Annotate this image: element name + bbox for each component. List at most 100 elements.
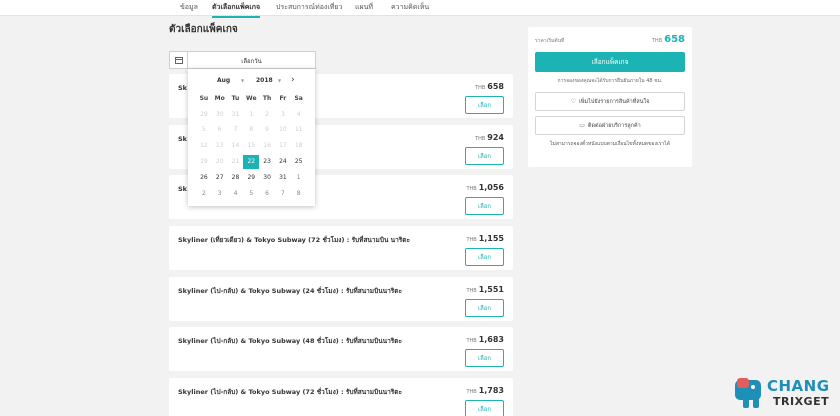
day-cell[interactable]: 28: [228, 171, 244, 185]
package-price: THB 1,056: [466, 183, 504, 192]
week-row: 26 27 28 29 30 31 1: [196, 170, 307, 186]
tab-experience[interactable]: ประสบการณ์ท่องเที่ยว: [276, 2, 342, 16]
watermark-text-bottom: TRIXGET: [773, 395, 830, 408]
package-price: THB 1,683: [466, 335, 504, 344]
calendar-icon: [174, 56, 183, 64]
contact-label: ติดต่อฝ่ายบริการลูกค้า: [587, 122, 641, 129]
weekday-label: Mo: [214, 94, 225, 102]
package-price: THB 1,783: [466, 386, 504, 395]
select-package-button[interactable]: เลือก: [465, 96, 504, 114]
day-cell[interactable]: 31: [275, 171, 291, 185]
day-cell[interactable]: 23: [259, 155, 275, 169]
day-cell: 13: [215, 142, 224, 150]
day-cell: 31: [231, 110, 240, 118]
watermark-text-top: CHANG: [767, 377, 830, 395]
day-cell-selected[interactable]: 22: [243, 155, 260, 170]
select-package-button[interactable]: เลือก: [465, 248, 504, 266]
day-cell[interactable]: 29: [243, 171, 259, 185]
day-cell[interactable]: 25: [291, 155, 307, 169]
package-price-value: 1,056: [478, 183, 504, 192]
day-cell[interactable]: 27: [212, 171, 228, 185]
tab-reviews[interactable]: ความคิดเห็น: [391, 2, 429, 16]
wishlist-label: เพิ่มไปยังรายการสินค้าที่สนใจ: [578, 98, 650, 105]
top-nav: ข้อมูล ตัวเลือกแพ็คเกจ ประสบการณ์ท่องเที…: [0, 0, 840, 18]
weekday-label: Tu: [231, 94, 240, 102]
day-cell[interactable]: 24: [275, 155, 291, 169]
calendar-grid: Su Mo Tu We Th Fr Sa 29 30 31 1 2 3 4 5 …: [196, 91, 307, 202]
day-cell: 6: [217, 126, 222, 134]
day-cell: 29: [200, 110, 208, 118]
select-package-button[interactable]: เลือก: [465, 299, 504, 317]
add-to-wishlist-button[interactable]: ♡ เพิ่มไปยังรายการสินค้าที่สนใจ: [535, 92, 685, 111]
contact-support-button[interactable]: ▭ ติดต่อฝ่ายบริการลูกค้า: [535, 116, 685, 135]
day-cell: 15: [247, 142, 256, 150]
package-currency: THB: [466, 389, 477, 395]
package-title: Skyliner (ไป-กลับ) & Tokyo Subway (48 ชั…: [178, 337, 402, 345]
select-package-button[interactable]: เลือก: [465, 349, 504, 367]
package-title: Skyliner (เที่ยวเดียว) & Tokyo Subway (7…: [178, 236, 410, 244]
year-select[interactable]: 2018: [256, 77, 273, 84]
package-currency: THB: [475, 136, 486, 142]
day-cell[interactable]: 3: [212, 187, 228, 201]
week-row: 12 13 14 15 16 17 18: [196, 138, 307, 154]
day-cell: 3: [280, 110, 285, 118]
package-price: THB 924: [475, 133, 504, 142]
day-cell: 20: [215, 158, 224, 166]
day-cell: 14: [231, 142, 240, 150]
date-picker-bar[interactable]: เลือกวัน: [169, 51, 316, 69]
tab-info[interactable]: ข้อมูล: [180, 2, 198, 16]
day-cell[interactable]: 30: [259, 171, 275, 185]
select-package-button[interactable]: เลือก: [465, 197, 504, 215]
package-currency: THB: [466, 237, 477, 243]
select-package-button[interactable]: เลือก: [465, 400, 504, 416]
day-cell[interactable]: 5: [243, 187, 259, 201]
day-cell[interactable]: 26: [196, 171, 212, 185]
package-price: THB 658: [475, 82, 504, 91]
chevron-right-icon[interactable]: ›: [291, 75, 295, 85]
week-row: 2 3 4 5 6 7 8: [196, 186, 307, 202]
caret-down-icon: ▼: [278, 78, 282, 83]
package-card: Skyliner (ไป-กลับ) & Tokyo Subway (24 ชั…: [169, 277, 513, 321]
package-price: THB 1,551: [466, 285, 504, 294]
package-currency: THB: [475, 85, 486, 91]
package-price-value: 1,551: [478, 285, 504, 294]
calendar-header: Aug ▼ 2018 ▼ ›: [188, 75, 315, 87]
month-select[interactable]: Aug: [217, 77, 230, 84]
package-card: Skyliner (ไป-กลับ) & Tokyo Subway (48 ชั…: [169, 327, 513, 371]
package-card: Skyliner (ไป-กลับ) & Tokyo Subway (72 ชั…: [169, 378, 513, 416]
day-cell[interactable]: 8: [291, 187, 307, 201]
package-price-value: 658: [487, 82, 504, 91]
day-cell: 5: [201, 126, 206, 134]
package-price-value: 1,155: [478, 234, 504, 243]
week-row: 5 6 7 8 9 10 11: [196, 123, 307, 139]
week-row: 19 20 21 22 23 24 25: [196, 154, 307, 170]
day-cell[interactable]: 1: [291, 171, 307, 185]
tab-map[interactable]: แผนที่: [355, 2, 373, 16]
day-cell: 11: [294, 126, 303, 134]
calendar-button[interactable]: [170, 52, 188, 68]
day-cell[interactable]: 6: [259, 187, 275, 201]
weekday-label: Fr: [279, 94, 287, 102]
package-title: Skyliner (ไป-กลับ) & Tokyo Subway (72 ชั…: [178, 388, 402, 396]
package-currency: THB: [466, 288, 477, 294]
day-cell: 18: [294, 142, 303, 150]
week-row: 29 30 31 1 2 3 4: [196, 107, 307, 123]
package-price-value: 924: [487, 133, 504, 142]
day-cell: 30: [215, 110, 224, 118]
tab-package-options[interactable]: ตัวเลือกแพ็คเกจ: [212, 2, 261, 18]
select-package-cta[interactable]: เลือกแพ็คเกจ: [535, 52, 685, 72]
watermark-logo: CHANG TRIXGET: [733, 376, 833, 412]
day-cell: 2: [265, 110, 269, 118]
day-cell[interactable]: 7: [275, 187, 291, 201]
day-cell: 8: [249, 126, 254, 134]
package-title: Skyliner (ไป-กลับ) & Tokyo Subway (24 ชั…: [178, 287, 402, 295]
day-cell[interactable]: 4: [228, 187, 244, 201]
day-cell[interactable]: 2: [196, 187, 212, 201]
package-price-value: 1,683: [478, 335, 504, 344]
day-cell: 21: [231, 158, 240, 166]
select-package-button[interactable]: เลือก: [465, 147, 504, 165]
weekday-label: We: [246, 94, 257, 102]
price-value: 658: [664, 34, 685, 45]
day-cell: 7: [233, 126, 238, 134]
day-cell: 9: [265, 126, 269, 134]
